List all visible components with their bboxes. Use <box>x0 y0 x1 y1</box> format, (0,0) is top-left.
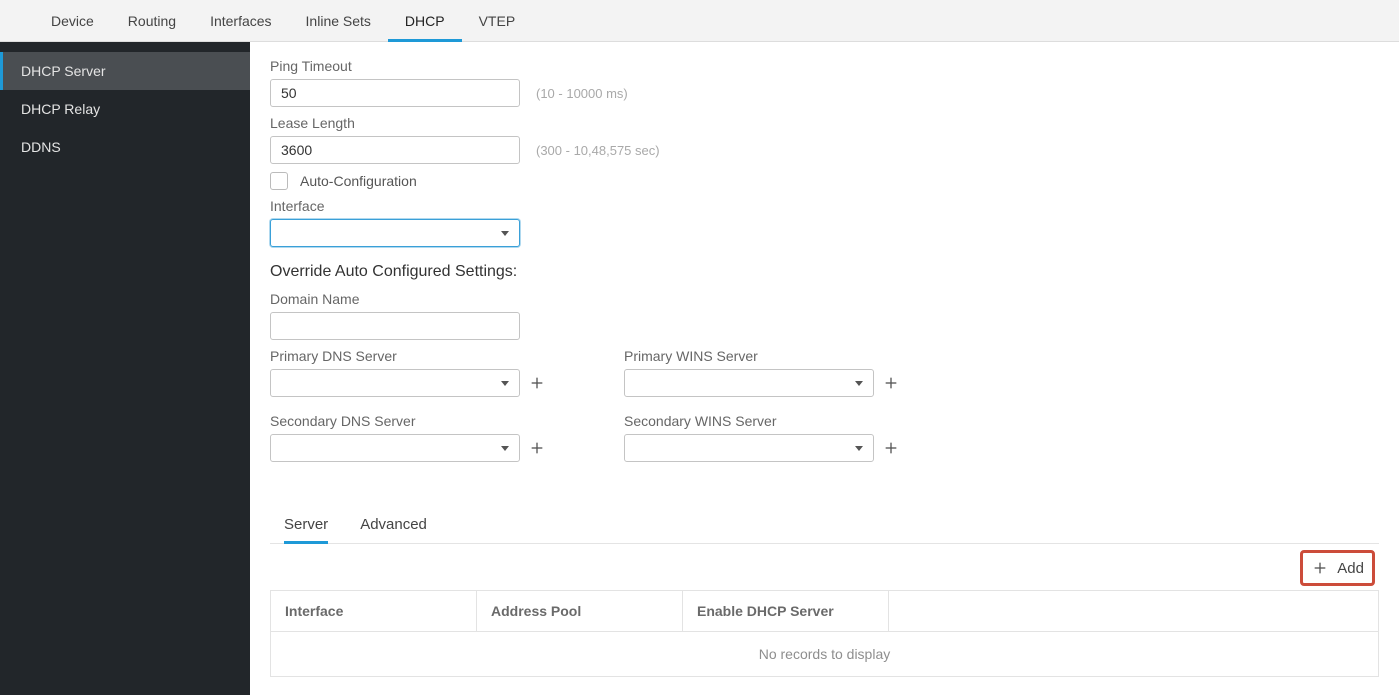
col-interface: Interface <box>271 591 477 632</box>
tab-inline-sets[interactable]: Inline Sets <box>289 0 388 42</box>
col-enable-dhcp: Enable DHCP Server <box>683 591 889 632</box>
chevron-down-icon <box>501 446 509 451</box>
primary-dns-select[interactable] <box>270 369 520 397</box>
lease-length-input[interactable] <box>270 136 520 164</box>
tab-interfaces[interactable]: Interfaces <box>193 0 288 42</box>
chevron-down-icon <box>501 381 509 386</box>
primary-dns-label: Primary DNS Server <box>270 348 546 364</box>
add-button-label: Add <box>1337 560 1364 577</box>
table-empty-row: No records to display <box>271 632 1379 677</box>
tab-vtep[interactable]: VTEP <box>462 0 533 42</box>
interface-label: Interface <box>270 198 1379 214</box>
secondary-wins-label: Secondary WINS Server <box>624 413 900 429</box>
col-address-pool: Address Pool <box>477 591 683 632</box>
chevron-down-icon <box>855 446 863 451</box>
primary-wins-add-button[interactable] <box>882 374 900 392</box>
subtab-server[interactable]: Server <box>284 506 328 543</box>
tab-device[interactable]: Device <box>34 0 111 42</box>
col-actions <box>889 591 1379 632</box>
domain-name-label: Domain Name <box>270 291 1379 307</box>
plus-icon <box>1311 559 1329 577</box>
lease-length-label: Lease Length <box>270 115 1379 131</box>
chevron-down-icon <box>501 231 509 236</box>
secondary-dns-select[interactable] <box>270 434 520 462</box>
ping-timeout-input[interactable] <box>270 79 520 107</box>
ping-timeout-hint: (10 - 10000 ms) <box>536 86 628 101</box>
override-section-title: Override Auto Configured Settings: <box>270 263 1379 281</box>
ping-timeout-label: Ping Timeout <box>270 58 1379 74</box>
add-button[interactable]: Add <box>1311 559 1364 577</box>
sidebar: DHCP Server DHCP Relay DDNS <box>0 42 250 695</box>
sub-tabs: Server Advanced <box>270 506 1379 544</box>
content: Ping Timeout (10 - 10000 ms) Lease Lengt… <box>250 42 1399 695</box>
sidebar-item-ddns[interactable]: DDNS <box>0 128 250 166</box>
subtab-advanced[interactable]: Advanced <box>360 506 427 543</box>
primary-wins-label: Primary WINS Server <box>624 348 900 364</box>
interface-select[interactable] <box>270 219 520 247</box>
auto-config-checkbox[interactable] <box>270 172 288 190</box>
secondary-dns-add-button[interactable] <box>528 439 546 457</box>
auto-config-label: Auto-Configuration <box>300 173 417 189</box>
primary-dns-add-button[interactable] <box>528 374 546 392</box>
sidebar-item-dhcp-relay[interactable]: DHCP Relay <box>0 90 250 128</box>
sidebar-item-dhcp-server[interactable]: DHCP Server <box>0 52 250 90</box>
add-button-highlight: Add <box>1300 550 1375 586</box>
tab-dhcp[interactable]: DHCP <box>388 0 462 42</box>
domain-name-input[interactable] <box>270 312 520 340</box>
secondary-wins-add-button[interactable] <box>882 439 900 457</box>
table-empty-message: No records to display <box>271 632 1379 677</box>
lease-length-hint: (300 - 10,48,575 sec) <box>536 143 660 158</box>
primary-wins-select[interactable] <box>624 369 874 397</box>
secondary-wins-select[interactable] <box>624 434 874 462</box>
secondary-dns-label: Secondary DNS Server <box>270 413 546 429</box>
tab-routing[interactable]: Routing <box>111 0 193 42</box>
top-tabs: Device Routing Interfaces Inline Sets DH… <box>0 0 1399 42</box>
chevron-down-icon <box>855 381 863 386</box>
